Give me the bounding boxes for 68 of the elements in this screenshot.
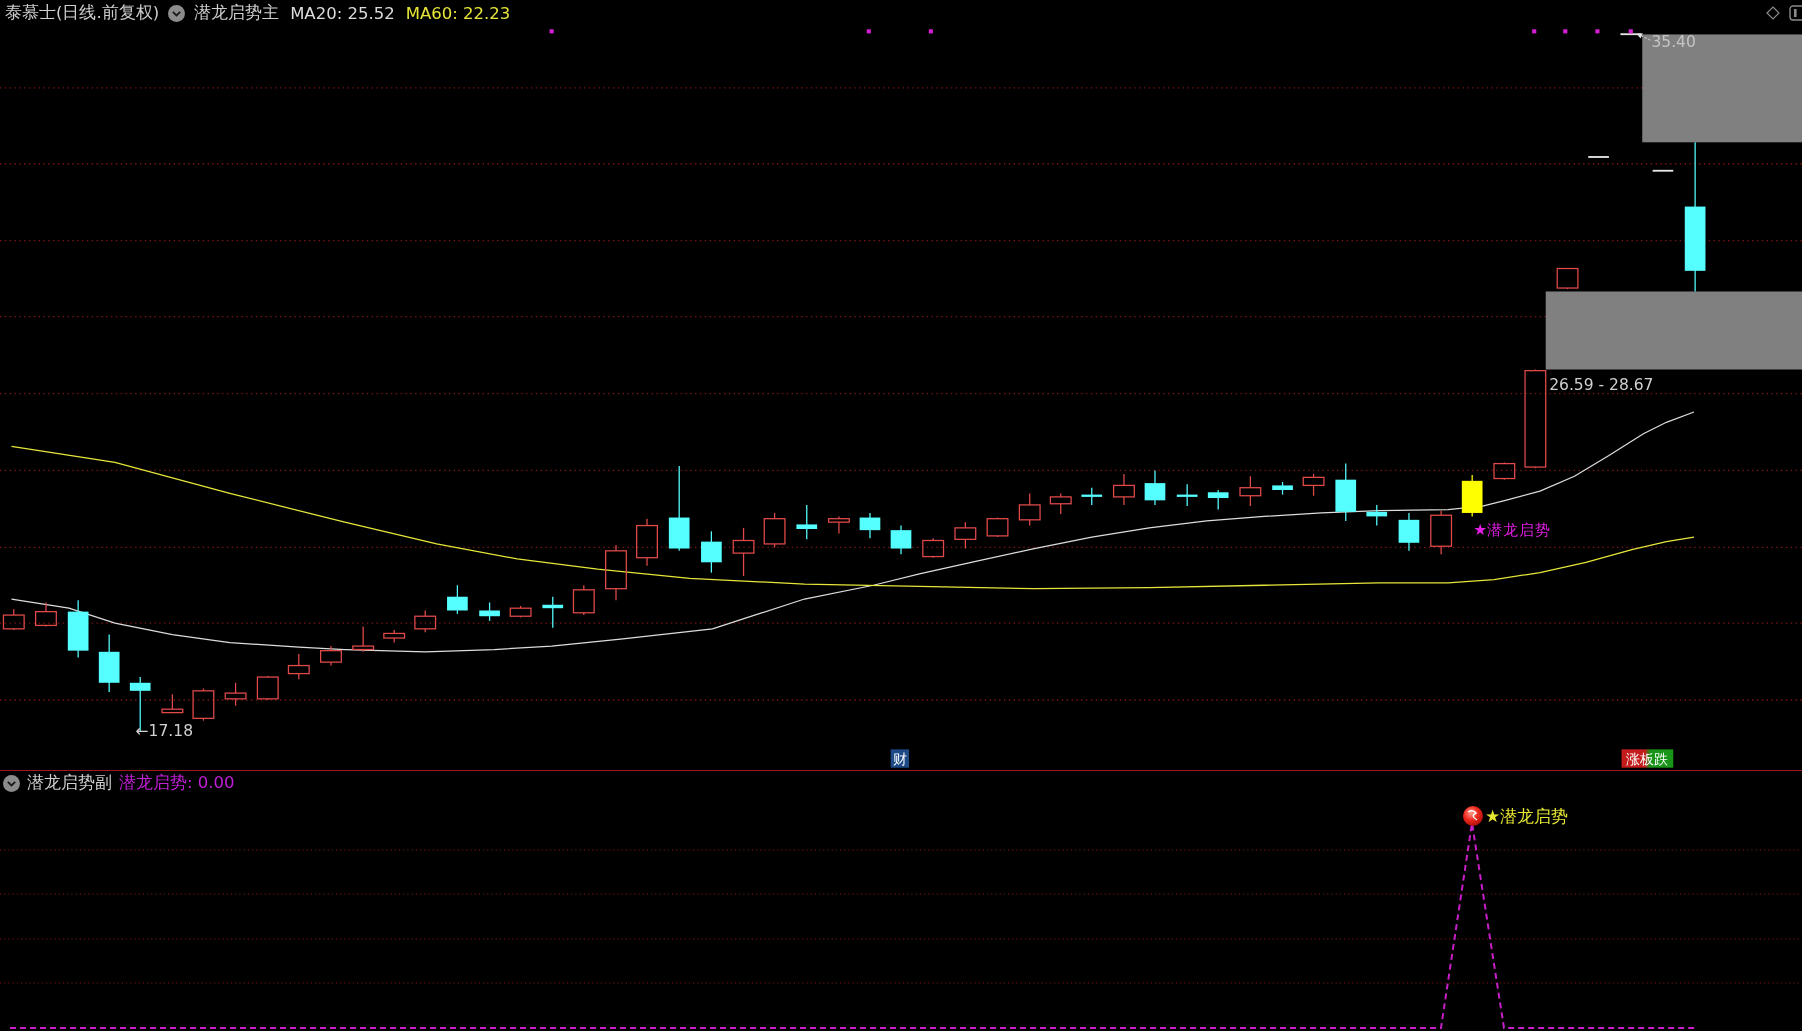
candle: [509, 605, 532, 618]
candle: [1239, 475, 1262, 507]
candle: [1366, 504, 1388, 527]
candle: [1207, 489, 1229, 511]
moving-average-value: MA60: 22.23: [405, 3, 511, 23]
candle: [35, 601, 57, 628]
low-price-label: ←17.18: [135, 721, 194, 740]
moving-average-value: MA20: 25.52: [290, 3, 395, 23]
candle: [605, 544, 627, 601]
candle: [192, 687, 215, 722]
candle: [859, 512, 881, 539]
candle: [320, 645, 342, 667]
candle: [1493, 461, 1516, 481]
candle: [922, 537, 945, 559]
signal-label: ★潜龙启势: [1473, 520, 1552, 539]
finance-badge: 财: [890, 749, 910, 768]
limit-badge: 涨板跌: [1621, 749, 1674, 768]
candle: [1272, 481, 1293, 496]
candle: [98, 633, 120, 693]
candle: [1176, 483, 1198, 507]
candle: [701, 530, 722, 574]
candle: [1430, 510, 1453, 555]
candle: [1461, 474, 1483, 517]
candle: [796, 504, 818, 540]
indicator-name: 潜龙启势副: [27, 772, 112, 794]
candle: [2, 608, 25, 631]
candle: [732, 527, 755, 577]
candle: [1081, 487, 1103, 506]
candle: [161, 693, 184, 714]
candle: [1556, 267, 1579, 290]
candle: [447, 584, 468, 615]
candle: [986, 516, 1009, 538]
candle: [1018, 492, 1041, 527]
candle: [636, 518, 658, 567]
candle: [763, 512, 786, 548]
candle: [1398, 512, 1420, 552]
candle: [890, 524, 912, 555]
candle: [1652, 169, 1674, 172]
candle: [352, 625, 375, 653]
leader-arrow: [1636, 33, 1651, 41]
candle: [383, 629, 406, 644]
candle: [224, 682, 247, 707]
candle: [1049, 492, 1072, 515]
panel-icon[interactable]: [1789, 5, 1802, 21]
candle: [827, 515, 850, 535]
diamond-icon[interactable]: [1766, 6, 1780, 20]
candle: [287, 653, 310, 680]
candle: [67, 599, 89, 659]
candle: [256, 675, 279, 701]
indicator-name: 潜龙启势主: [194, 2, 280, 24]
candle: [414, 609, 437, 633]
signal-label: ★潜龙启势: [1485, 806, 1569, 826]
candle: [1302, 473, 1325, 497]
chevron-down-icon[interactable]: [3, 774, 20, 792]
candle: [542, 596, 564, 629]
candle: [1144, 469, 1166, 506]
candle: [1112, 473, 1135, 506]
signal-ball-icon: [1463, 806, 1483, 826]
candle: [954, 521, 977, 550]
security-title: 泰慕士(日线.前复权): [5, 2, 160, 24]
candle: [1620, 33, 1642, 36]
candle: [479, 601, 500, 622]
indicator-reading: 潜龙启势: 0.00: [119, 772, 235, 794]
candle: [1335, 463, 1357, 522]
candle: [572, 584, 595, 616]
chevron-down-icon[interactable]: [168, 4, 186, 22]
high-price-label: 35.40: [1651, 33, 1696, 52]
zone-range-label: 26.59 - 28.67: [1549, 376, 1654, 395]
